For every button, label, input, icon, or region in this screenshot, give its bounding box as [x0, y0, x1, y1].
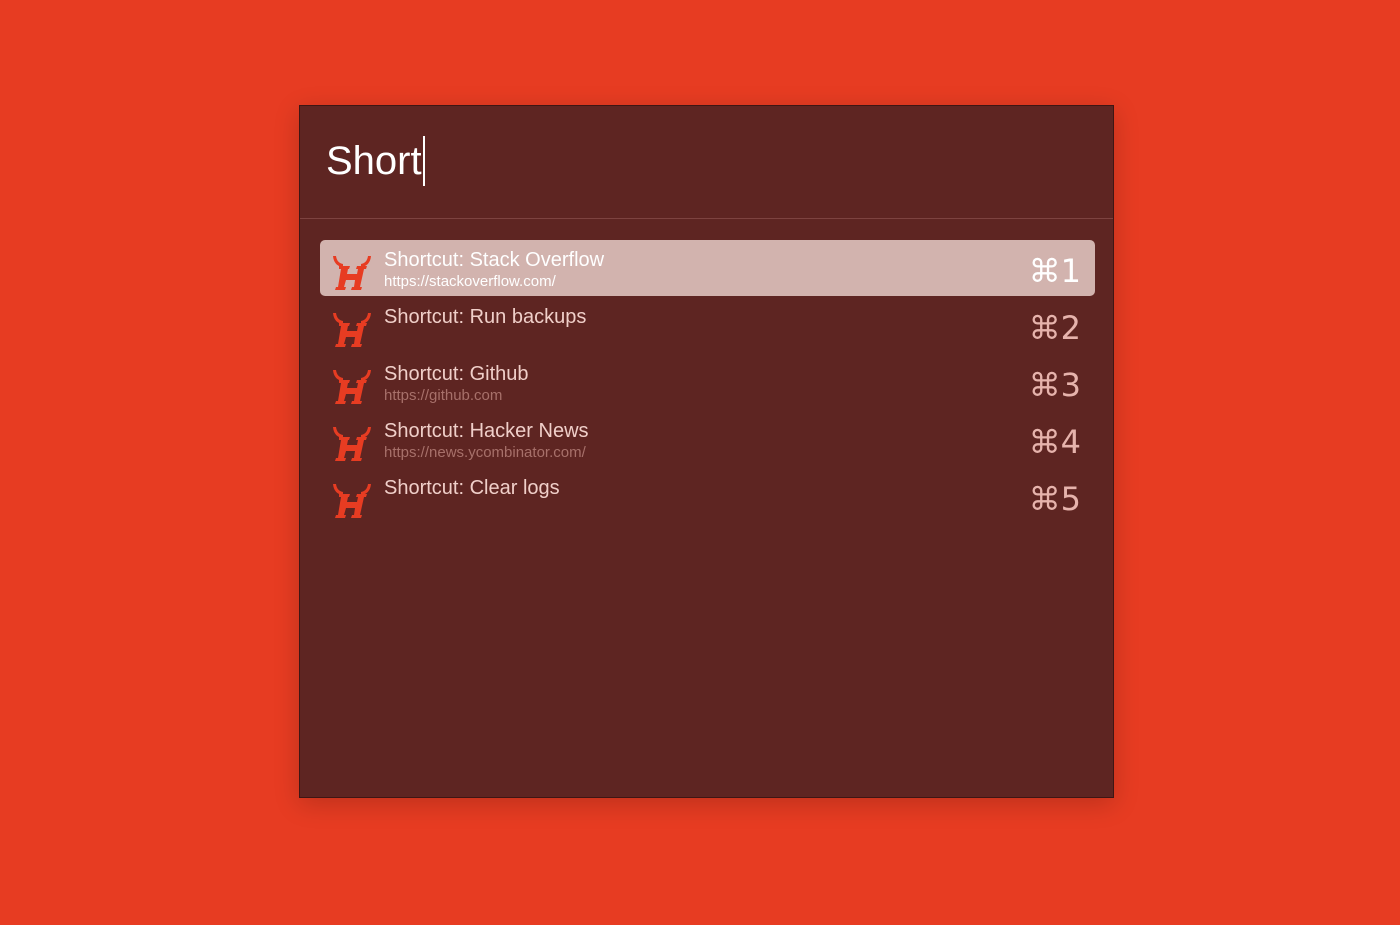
result-row[interactable]: Shortcut: Clear logs ⌘5	[320, 468, 1095, 524]
launcher-panel: Short Shortcut: Stack Overflow https://s…	[299, 105, 1114, 798]
result-title: Shortcut: Github	[384, 363, 529, 385]
result-title: Shortcut: Run backups	[384, 306, 587, 328]
result-shortcut: ⌘3	[1028, 366, 1081, 404]
search-query: Short	[326, 138, 422, 183]
result-subtitle: https://stackoverflow.com/	[384, 273, 556, 290]
result-title: Shortcut: Clear logs	[384, 477, 560, 499]
result-shortcut: ⌘5	[1028, 480, 1081, 518]
result-row[interactable]: Shortcut: Hacker News https://news.ycomb…	[320, 411, 1095, 467]
horned-h-icon	[333, 313, 371, 347]
text-caret	[422, 136, 425, 186]
search-area: Short	[300, 106, 1113, 219]
search-input[interactable]: Short	[326, 136, 425, 186]
result-subtitle: https://news.ycombinator.com/	[384, 444, 586, 461]
result-shortcut: ⌘4	[1028, 423, 1081, 461]
result-subtitle: https://github.com	[384, 387, 503, 404]
result-row[interactable]: Shortcut: Run backups ⌘2	[320, 297, 1095, 353]
result-title: Shortcut: Stack Overflow	[384, 249, 605, 271]
horned-h-icon	[333, 370, 371, 404]
result-shortcut: ⌘2	[1028, 309, 1081, 347]
result-row[interactable]: Shortcut: Github https://github.com ⌘3	[320, 354, 1095, 410]
result-shortcut: ⌘1	[1028, 252, 1081, 290]
horned-h-icon	[333, 484, 371, 518]
results-list: Shortcut: Stack Overflow https://stackov…	[320, 240, 1095, 525]
result-title: Shortcut: Hacker News	[384, 420, 589, 442]
horned-h-icon	[333, 427, 371, 461]
horned-h-icon	[333, 256, 371, 290]
result-row[interactable]: Shortcut: Stack Overflow https://stackov…	[320, 240, 1095, 296]
